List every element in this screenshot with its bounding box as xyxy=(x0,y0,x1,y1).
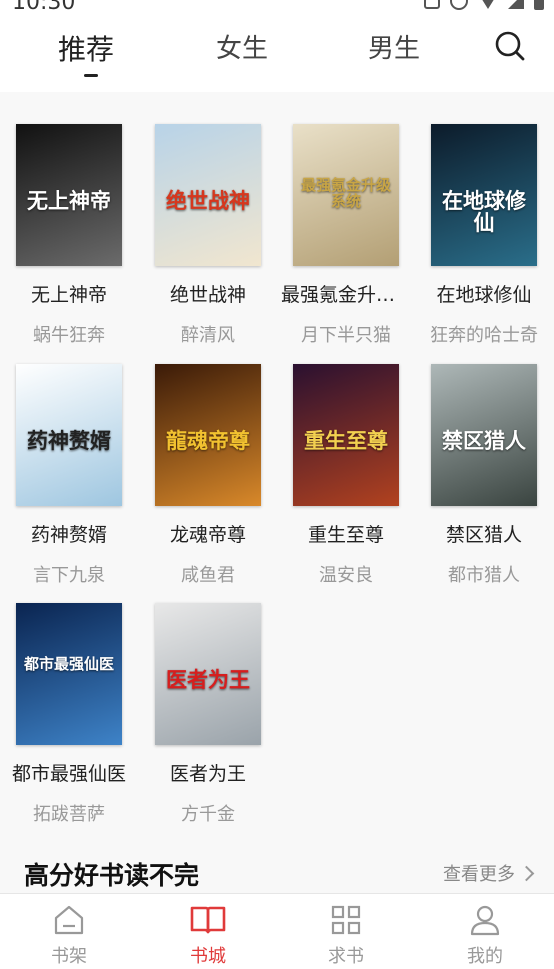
section-header: 高分好书读不完 查看更多 xyxy=(0,848,554,894)
active-tab-indicator xyxy=(84,74,98,77)
book-title[interactable]: 禁区猎人 xyxy=(415,520,553,547)
book-author: 月下半只猫 xyxy=(301,325,391,346)
book-author: 温安良 xyxy=(319,565,373,586)
book-item[interactable]: 禁区猎人 禁区猎人 都市猎人 xyxy=(415,364,553,587)
book-author: 言下九泉 xyxy=(33,565,105,586)
tab-male[interactable]: 男生 xyxy=(368,28,420,65)
nav-bookshelf-label: 书架 xyxy=(51,946,87,967)
book-cover[interactable]: 医者为王 xyxy=(155,603,261,745)
book-cover-title: 在地球修仙 xyxy=(442,188,526,236)
book-title[interactable]: 最强氪金升级... xyxy=(277,280,415,307)
book-item[interactable]: 都市最强仙医 都市最强仙医 拓跋菩萨 xyxy=(0,603,138,826)
book-author: 拓跋菩萨 xyxy=(33,804,105,825)
book-cover-title: 龍魂帝尊 xyxy=(166,428,250,453)
book-cover-title: 无上神帝 xyxy=(27,188,111,213)
book-cover[interactable]: 药神赘婿 xyxy=(16,364,122,506)
nav-bookshelf[interactable]: 书架 xyxy=(29,904,109,968)
book-title[interactable]: 在地球修仙 xyxy=(415,280,553,307)
book-item[interactable]: 最强氪金升级系统最强氪金升级... 月下半只猫 xyxy=(277,124,415,347)
bottom-navigation: 书架 书城 求书 我的 xyxy=(0,893,554,969)
nav-request-book[interactable]: 求书 xyxy=(306,904,386,968)
wifi-icon xyxy=(478,0,498,9)
battery-icon xyxy=(534,0,544,10)
bookshelf-icon xyxy=(54,905,84,935)
book-cover[interactable]: 禁区猎人 xyxy=(431,364,537,506)
book-item[interactable]: 绝世战神 绝世战神 醉清风 xyxy=(139,124,277,347)
nav-bookstore[interactable]: 书城 xyxy=(168,904,248,968)
book-item[interactable]: 药神赘婿 药神赘婿 言下九泉 xyxy=(0,364,138,587)
book-title[interactable]: 无上神帝 xyxy=(0,280,138,307)
book-author: 咸鱼君 xyxy=(181,565,235,586)
status-time: 10:30 xyxy=(12,0,76,15)
chevron-right-icon xyxy=(518,865,535,881)
status-bar: 10:30 xyxy=(0,0,554,16)
book-cover[interactable]: 最强氪金升级系统 xyxy=(293,124,399,266)
book-title[interactable]: 龙魂帝尊 xyxy=(139,520,277,547)
profile-icon xyxy=(470,905,500,936)
book-cover[interactable]: 绝世战神 xyxy=(155,124,261,266)
book-title[interactable]: 药神赘婿 xyxy=(0,520,138,547)
book-author: 都市猎人 xyxy=(448,565,520,586)
book-item[interactable]: 龍魂帝尊龙魂帝尊咸鱼君 xyxy=(139,364,277,587)
book-title[interactable]: 医者为王 xyxy=(139,759,277,786)
view-more-label: 查看更多 xyxy=(443,864,515,885)
book-cover[interactable]: 龍魂帝尊 xyxy=(155,364,261,506)
book-author: 狂奔的哈士奇 xyxy=(430,325,538,346)
status-icons xyxy=(424,0,544,10)
book-cover-title: 最强氪金升级系统 xyxy=(300,176,391,210)
nav-bookstore-label: 书城 xyxy=(190,946,226,967)
book-cover-title: 药神赘婿 xyxy=(27,428,111,453)
book-item[interactable]: 重生至尊 重生至尊 温安良 xyxy=(277,364,415,587)
book-cover-title: 都市最强仙医 xyxy=(23,655,114,673)
tab-female[interactable]: 女生 xyxy=(216,28,268,65)
book-item[interactable]: 医者为王 医者为王 方千金 xyxy=(139,603,277,826)
nav-profile-label: 我的 xyxy=(467,946,503,967)
bell-off-icon xyxy=(424,0,440,9)
bookstore-icon xyxy=(190,906,226,934)
book-author: 方千金 xyxy=(181,804,235,825)
book-author: 醉清风 xyxy=(181,325,235,346)
book-cover-title: 医者为王 xyxy=(166,667,250,692)
tab-recommend[interactable]: 推荐 xyxy=(58,28,114,68)
nav-request-book-label: 求书 xyxy=(328,946,364,967)
search-icon[interactable] xyxy=(494,30,526,62)
book-cover-title: 禁区猎人 xyxy=(442,428,526,453)
grid-icon xyxy=(331,905,361,935)
book-title[interactable]: 都市最强仙医 xyxy=(0,759,138,786)
book-title[interactable]: 重生至尊 xyxy=(277,520,415,547)
signal-icon xyxy=(508,0,524,9)
book-title[interactable]: 绝世战神 xyxy=(139,280,277,307)
do-not-disturb-icon xyxy=(450,0,468,10)
book-cover[interactable]: 都市最强仙医 xyxy=(16,603,122,745)
book-cover-art xyxy=(16,603,122,745)
book-cover-title: 绝世战神 xyxy=(166,188,250,213)
nav-profile[interactable]: 我的 xyxy=(445,904,525,968)
book-item[interactable]: 无上神帝 无上神帝 蜗牛狂奔 xyxy=(0,124,138,347)
book-author: 蜗牛狂奔 xyxy=(33,325,105,346)
view-more-link[interactable]: 查看更多 xyxy=(443,860,535,886)
book-item[interactable]: 在地球修仙 在地球修仙 狂奔的哈士奇 xyxy=(415,124,553,347)
book-cover[interactable]: 在地球修仙 xyxy=(431,124,537,266)
book-cover[interactable]: 无上神帝 xyxy=(16,124,122,266)
book-cover-title: 重生至尊 xyxy=(304,428,388,453)
book-cover[interactable]: 重生至尊 xyxy=(293,364,399,506)
top-navigation: 推荐 女生 男生 xyxy=(0,16,554,92)
section-title: 高分好书读不完 xyxy=(24,861,200,890)
